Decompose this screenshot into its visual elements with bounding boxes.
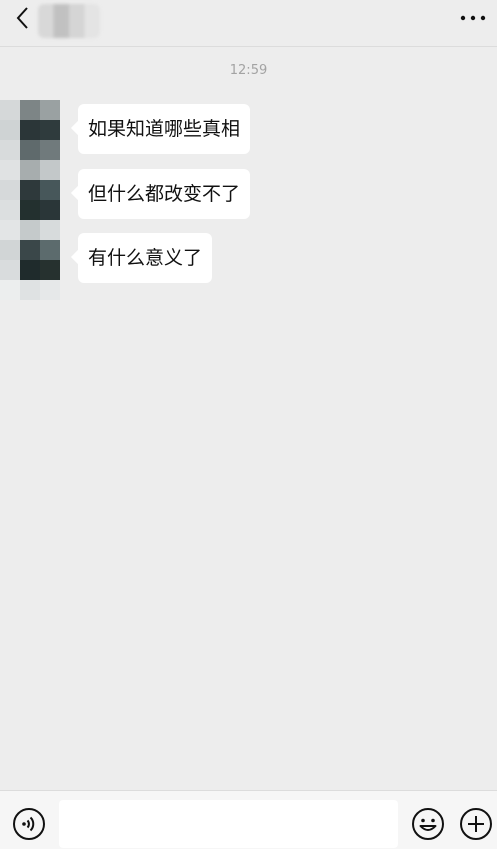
message-bubble[interactable]: 但什么都改变不了 bbox=[78, 169, 251, 219]
voice-button[interactable] bbox=[12, 807, 46, 841]
back-button[interactable] bbox=[10, 4, 38, 32]
chevron-left-icon bbox=[16, 7, 28, 29]
more-options-button[interactable] bbox=[459, 8, 487, 28]
message-timestamp: 12:59 bbox=[229, 63, 268, 78]
contact-name-redacted bbox=[38, 4, 100, 38]
emoji-icon bbox=[412, 808, 444, 840]
message-bubble[interactable]: 如果知道哪些真相 bbox=[78, 104, 251, 154]
emoji-button[interactable] bbox=[411, 807, 445, 841]
message-input[interactable] bbox=[59, 800, 398, 848]
voice-icon bbox=[13, 808, 45, 840]
message-bubble[interactable]: 有什么意义了 bbox=[78, 233, 213, 283]
input-bar bbox=[0, 790, 497, 849]
plus-icon bbox=[460, 808, 492, 840]
chat-header bbox=[0, 0, 497, 47]
contact-avatar-redacted[interactable] bbox=[0, 100, 60, 300]
more-dots-icon bbox=[460, 15, 486, 21]
more-functions-button[interactable] bbox=[459, 807, 493, 841]
